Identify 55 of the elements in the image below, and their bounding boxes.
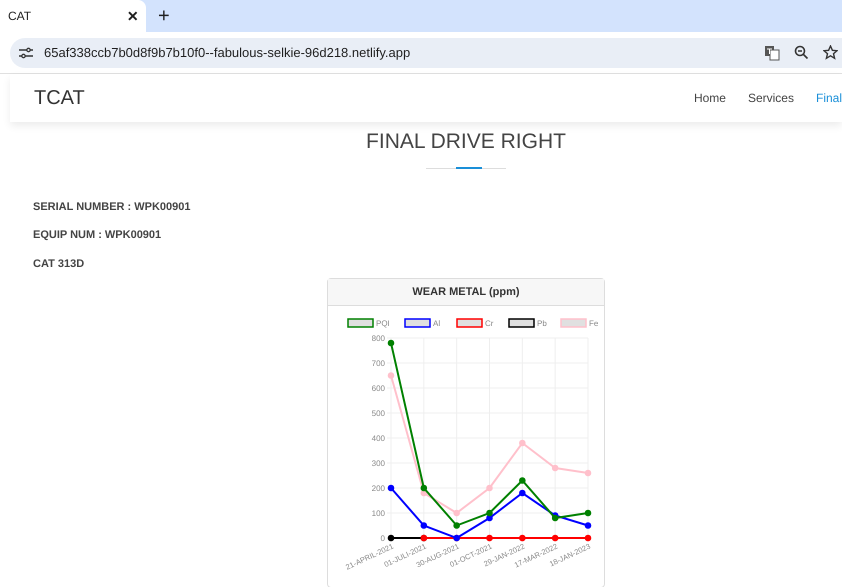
point xyxy=(453,510,460,516)
point xyxy=(584,522,592,529)
point xyxy=(584,534,592,542)
site-settings-icon[interactable] xyxy=(18,46,34,58)
legend-label: Fe xyxy=(589,319,599,328)
axis-tick-label: 200 xyxy=(372,484,385,493)
detail-text: EQUIP NUM : WPK00901 xyxy=(33,228,162,243)
close-icon[interactable]: × xyxy=(127,2,138,30)
tab-title: CAT xyxy=(8,8,32,25)
point xyxy=(552,534,558,542)
legend-label: Pb xyxy=(537,319,548,328)
star-icon[interactable] xyxy=(823,45,838,60)
axis-tick-label: 100 xyxy=(372,509,385,518)
brand-logo[interactable]: TCAT xyxy=(34,83,85,113)
legend-label: Al xyxy=(433,319,440,328)
point xyxy=(388,534,394,542)
legend-label: PQI xyxy=(376,319,390,328)
point xyxy=(453,522,460,529)
new-tab-button[interactable]: + xyxy=(158,1,170,31)
point xyxy=(519,477,526,484)
point xyxy=(486,484,493,492)
point xyxy=(388,484,394,492)
point xyxy=(519,440,526,446)
nav-link[interactable]: Final xyxy=(816,89,842,107)
point xyxy=(584,470,592,476)
axis-tick-label: 600 xyxy=(372,384,385,393)
axis-tick-label: 700 xyxy=(372,359,385,368)
translate-icon[interactable] xyxy=(764,44,780,60)
zoom-icon[interactable] xyxy=(794,45,809,60)
page-title: FINAL DRIVE RIGHT xyxy=(366,129,566,155)
nav-link[interactable]: Home xyxy=(694,89,726,107)
axis-tick-label: 300 xyxy=(372,459,385,468)
legend-label: Cr xyxy=(485,319,494,328)
axis-tick-label: 500 xyxy=(372,409,385,418)
chart-title: WEAR METAL (ppm) xyxy=(412,284,520,300)
axis-tick-label: 400 xyxy=(372,434,385,443)
detail-text: CAT 313D xyxy=(33,256,86,272)
address-bar[interactable]: 65af338ccb7b0d8f9b7b10f0--fabulous-selkie-96d218.netlify.app xyxy=(10,38,842,68)
point xyxy=(486,510,493,516)
point xyxy=(486,534,493,542)
url-text: 65af338ccb7b0d8f9b7b10f0--fabulous-selkie-96d218.netlify.app xyxy=(44,44,410,62)
axis-tick-label: 0 xyxy=(380,534,385,543)
point xyxy=(552,464,558,472)
point xyxy=(420,522,428,529)
point xyxy=(519,490,526,496)
point xyxy=(388,372,394,379)
browser-tab[interactable]: CAT × xyxy=(0,0,146,32)
point xyxy=(388,340,394,346)
point xyxy=(584,510,592,516)
axis-tick-label: 800 xyxy=(372,334,385,343)
point xyxy=(420,484,428,492)
nav-link[interactable]: Services xyxy=(748,89,794,107)
point xyxy=(519,534,526,542)
point xyxy=(552,514,558,522)
detail-text: SERIAL NUMBER : WPK00901 xyxy=(33,200,192,214)
